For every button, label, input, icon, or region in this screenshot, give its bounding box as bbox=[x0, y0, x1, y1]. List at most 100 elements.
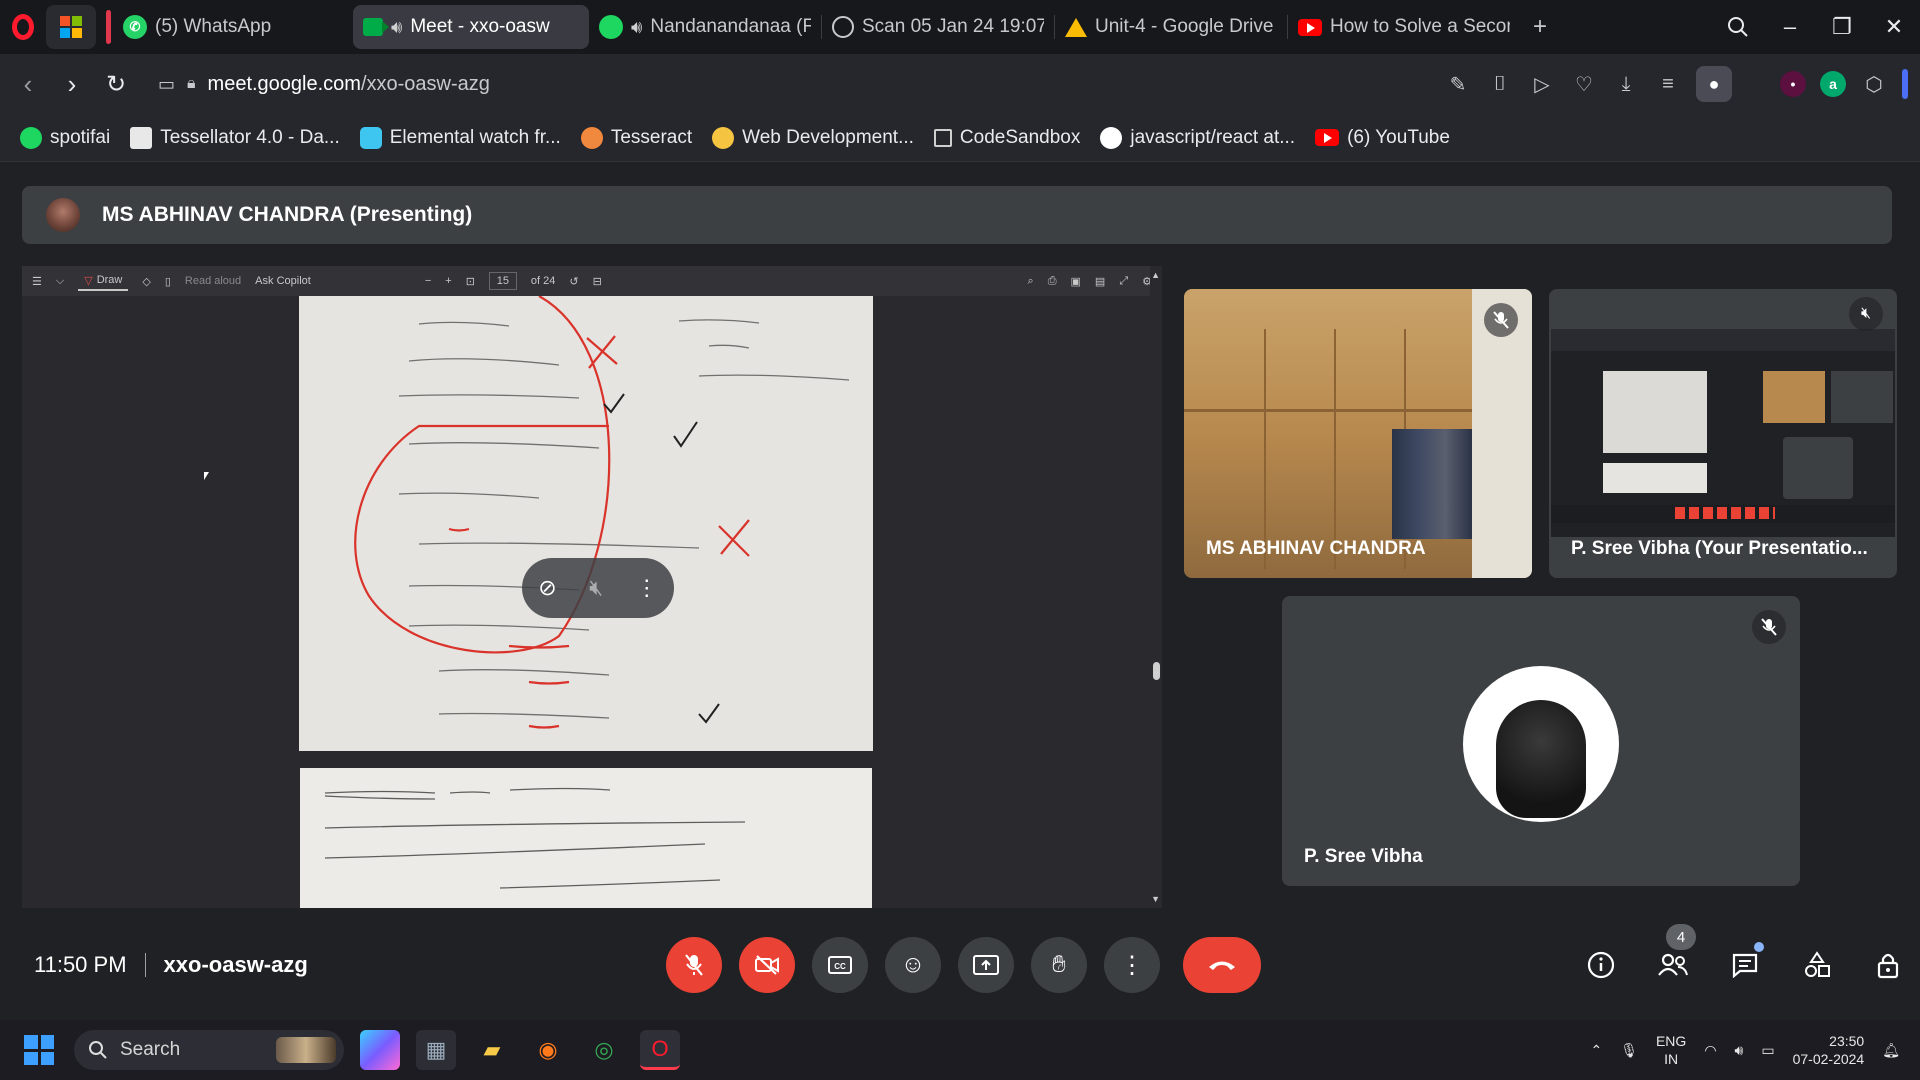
shared-screen[interactable]: ☰ ⌵ ▽ Draw ◇ ▯ Read aloud Ask Copilot − +… bbox=[22, 266, 1162, 908]
back-button[interactable]: ‹ bbox=[6, 62, 50, 106]
chat-button[interactable] bbox=[1722, 942, 1768, 988]
reload-button[interactable]: ↻ bbox=[94, 62, 138, 106]
participant-name: P. Sree Vibha bbox=[1304, 846, 1423, 867]
sidebar-edge-indicator bbox=[1902, 69, 1908, 99]
microphone-icon[interactable]: 🎙︎ bbox=[1620, 1042, 1638, 1059]
notification-bell-icon[interactable]: 🔔︎ bbox=[1882, 1042, 1900, 1059]
save-icon: ▣ bbox=[1070, 275, 1081, 288]
file-explorer-app-icon[interactable]: ▰ bbox=[472, 1030, 512, 1070]
minimize-button[interactable]: – bbox=[1764, 0, 1816, 54]
meeting-side-controls: 4 bbox=[1578, 924, 1912, 988]
tab-island-indicator bbox=[106, 10, 111, 44]
participant-tile-your-presentation[interactable]: 🔇︎ P. Sree Vibha (Your Presentatio... bbox=[1549, 289, 1897, 578]
pen-icon: ▽ bbox=[84, 274, 93, 287]
volume-icon[interactable]: 🔊︎ bbox=[1735, 1042, 1744, 1059]
forward-button[interactable]: › bbox=[50, 62, 94, 106]
preview-avatar-tile bbox=[1783, 437, 1853, 499]
close-window-button[interactable]: ✕ bbox=[1868, 0, 1920, 54]
leave-call-button[interactable] bbox=[1183, 937, 1261, 993]
cupboard-door-line bbox=[1264, 329, 1266, 569]
bookmark-web-development[interactable]: Web Development... bbox=[712, 126, 914, 149]
more-options-button[interactable]: ⋮ bbox=[1104, 937, 1160, 993]
snapshot-camera-icon[interactable]: ⌷ bbox=[1486, 70, 1514, 98]
extensions-cube-icon[interactable]: ⬡ bbox=[1860, 70, 1888, 98]
svg-text:CC: CC bbox=[834, 962, 846, 971]
cupboard-door-line bbox=[1334, 329, 1336, 569]
mic-off-icon bbox=[685, 954, 703, 976]
battery-icon[interactable]: ▭ bbox=[1761, 1042, 1774, 1059]
emoji-icon: ☺ bbox=[900, 951, 926, 978]
workspace-button[interactable] bbox=[46, 5, 96, 49]
bookmark-github-react[interactable]: javascript/react at... bbox=[1100, 126, 1295, 149]
lock-icon[interactable]: 🔒︎ bbox=[187, 75, 196, 93]
participant-tile-abhinav[interactable]: MS ABHINAV CHANDRA bbox=[1184, 289, 1532, 578]
windows-start-icon[interactable] bbox=[24, 1035, 54, 1065]
camera-button[interactable] bbox=[739, 937, 795, 993]
raise-hand-button[interactable]: ✋︎ bbox=[1031, 937, 1087, 993]
tab-audio-icon: 🔊︎ bbox=[391, 16, 403, 37]
bookmark-elemental-watch[interactable]: Elemental watch fr... bbox=[359, 126, 561, 149]
webcam-video bbox=[1184, 289, 1532, 578]
wifi-icon[interactable]: ◠ bbox=[1704, 1042, 1716, 1059]
bookmarks-bar: spotifai Tessellator 4.0 - Da... Element… bbox=[0, 114, 1920, 162]
people-button[interactable]: 4 bbox=[1650, 924, 1696, 988]
reactions-button[interactable]: ☺ bbox=[885, 937, 941, 993]
taskbar-clock[interactable]: 23:50 07-02-2024 bbox=[1793, 1032, 1865, 1068]
bookmark-codesandbox[interactable]: CodeSandbox bbox=[933, 127, 1080, 149]
tab-google-drive[interactable]: Unit-4 - Google Drive bbox=[1055, 5, 1287, 49]
mouse-cursor-icon bbox=[204, 472, 209, 480]
tab-search-button[interactable] bbox=[1712, 0, 1764, 54]
more-options-icon[interactable]: ⋮ bbox=[636, 575, 658, 601]
preview-webcam-tile bbox=[1763, 371, 1825, 423]
chrome-app-icon[interactable]: ◎ bbox=[584, 1030, 624, 1070]
participant-tile-sree-vibha[interactable]: P. Sree Vibha bbox=[1282, 596, 1800, 886]
two-page-icon: ⊟ bbox=[592, 275, 602, 288]
host-controls-button[interactable] bbox=[1866, 942, 1912, 988]
opera-app-icon[interactable]: O bbox=[640, 1030, 680, 1070]
bookmark-youtube[interactable]: (6) YouTube bbox=[1315, 127, 1450, 149]
tab-meet[interactable]: 🔊︎ Meet - xxo-oasw bbox=[353, 5, 589, 49]
activities-button[interactable] bbox=[1794, 942, 1840, 988]
unpin-icon[interactable]: ⊘ bbox=[538, 575, 556, 601]
camera-permission-icon[interactable]: ▭ bbox=[158, 74, 175, 95]
mute-audio-icon[interactable]: 🔇︎ bbox=[589, 575, 603, 601]
chevron-up-icon[interactable]: ⌃ bbox=[1590, 1042, 1602, 1059]
new-tab-button[interactable]: + bbox=[1520, 5, 1560, 49]
hand-icon: ✋︎ bbox=[1052, 951, 1066, 978]
heart-icon[interactable]: ♡ bbox=[1570, 70, 1598, 98]
send-icon[interactable]: ▷ bbox=[1528, 70, 1556, 98]
participant-name: P. Sree Vibha (Your Presentatio... bbox=[1571, 538, 1868, 559]
scroll-up-icon: ▲ bbox=[1151, 270, 1160, 280]
contents-icon: ☰ bbox=[32, 275, 42, 288]
present-button[interactable] bbox=[958, 937, 1014, 993]
audio-muted-icon: 🔇︎ bbox=[1849, 297, 1883, 331]
handwritten-notes-drawing bbox=[354, 295, 850, 729]
copilot-app-icon[interactable] bbox=[360, 1030, 400, 1070]
restore-button[interactable]: ❐ bbox=[1816, 0, 1868, 54]
tab-youtube[interactable]: How to Solve a Second bbox=[1288, 5, 1520, 49]
camera-off-icon bbox=[755, 955, 779, 975]
extension-a-icon[interactable]: a bbox=[1820, 71, 1846, 97]
profile-avatar-icon[interactable]: ● bbox=[1696, 66, 1732, 102]
edit-icon[interactable]: ✎ bbox=[1444, 70, 1472, 98]
bookmark-tessellator[interactable]: Tessellator 4.0 - Da... bbox=[130, 126, 340, 149]
microphone-button[interactable] bbox=[666, 937, 722, 993]
calculator-app-icon[interactable]: ▦ bbox=[416, 1030, 456, 1070]
taskbar-search[interactable]: Search bbox=[74, 1030, 344, 1070]
bookmark-spotifai[interactable]: spotifai bbox=[20, 126, 110, 149]
firefox-app-icon[interactable]: ◉ bbox=[528, 1030, 568, 1070]
url-field[interactable]: ▭ 🔒︎ meet.google.com/xxo-oasw-azg bbox=[158, 73, 490, 96]
opera-menu-button[interactable] bbox=[0, 0, 46, 54]
tab-scan[interactable]: Scan 05 Jan 24 19:07:51 bbox=[822, 5, 1054, 49]
download-icon[interactable]: ⤓ bbox=[1612, 70, 1640, 98]
tab-spotify[interactable]: 🔊︎ Nandanandanaa (Fr bbox=[589, 5, 821, 49]
language-indicator[interactable]: ENG IN bbox=[1656, 1032, 1686, 1068]
tab-whatsapp[interactable]: ✆ (5) WhatsApp bbox=[113, 5, 353, 49]
bookmark-tesseract[interactable]: Tesseract bbox=[580, 126, 692, 149]
meeting-details-button[interactable] bbox=[1578, 942, 1624, 988]
extension-sr-icon[interactable]: • bbox=[1780, 71, 1806, 97]
easy-setup-icon[interactable]: ≡ bbox=[1654, 70, 1682, 98]
captions-button[interactable]: CC bbox=[812, 937, 868, 993]
globe-icon bbox=[832, 16, 854, 38]
web-dev-icon bbox=[712, 126, 735, 149]
